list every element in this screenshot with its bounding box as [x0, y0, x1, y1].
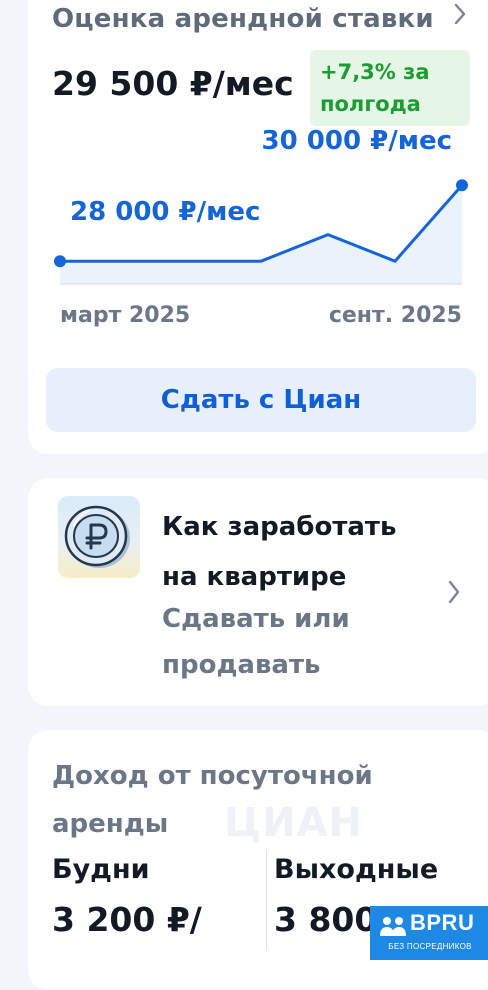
bpru-watermark-badge: BPRU БЕЗ ПОСРЕДНИКОВ [370, 906, 488, 960]
rent-history-chart: 28 000 ₽/мес 30 000 ₽/мес март 2025 сент… [54, 126, 468, 328]
rent-estimate-card[interactable]: Оценка арендной ставки 29 500 ₽/мес +7,3… [28, 0, 488, 454]
bpru-tagline: БЕЗ ПОСРЕДНИКОВ [388, 942, 472, 951]
earn-guide-subtitle-line2: продавать [162, 650, 321, 680]
earn-guide-title-line1: Как заработать [162, 512, 397, 542]
x-tick-label-start: март 2025 [60, 303, 190, 328]
earn-guide-subtitle-line1: Сдавать или [162, 604, 350, 634]
weekdays-price: 3 200 ₽/ [52, 900, 202, 939]
daily-rent-title-line1: Доход от посуточной [52, 761, 373, 791]
change-badge-line2: полгода [320, 92, 421, 116]
cian-watermark: ЦИАН [224, 800, 364, 846]
earn-guide-title: Как заработать на квартире [162, 502, 452, 602]
weekend-price: 3 800 [274, 900, 378, 939]
chart-point-start [54, 255, 66, 268]
ruble-coin-icon [58, 496, 140, 578]
weekend-label: Выходные [274, 854, 439, 885]
chart-end-value-label: 30 000 ₽/мес [262, 126, 452, 156]
change-badge-line1: +7,3% за [320, 60, 430, 84]
x-tick-label-end: сент. 2025 [329, 303, 462, 328]
earn-guide-subtitle: Сдавать или продавать [162, 596, 432, 688]
change-badge: +7,3% за полгода [310, 50, 470, 126]
earn-guide-card[interactable]: Как заработать на квартире Сдавать или п… [28, 478, 488, 706]
chevron-right-icon[interactable] [442, 578, 466, 606]
weekdays-label: Будни [52, 854, 150, 885]
rent-estimate-title: Оценка арендной ставки [52, 4, 434, 34]
chart-start-value-label: 28 000 ₽/мес [70, 197, 260, 227]
bpru-brand: BPRU [410, 910, 475, 935]
rent-estimate-value: 29 500 ₽/мес [52, 64, 294, 103]
chart-point-end [456, 179, 468, 192]
people-icon [380, 917, 406, 936]
earn-guide-title-line2: на квартире [162, 562, 347, 592]
column-divider [266, 850, 267, 950]
rent-out-button[interactable]: Сдать с Циан [46, 368, 476, 432]
chevron-right-icon[interactable] [448, 2, 472, 26]
